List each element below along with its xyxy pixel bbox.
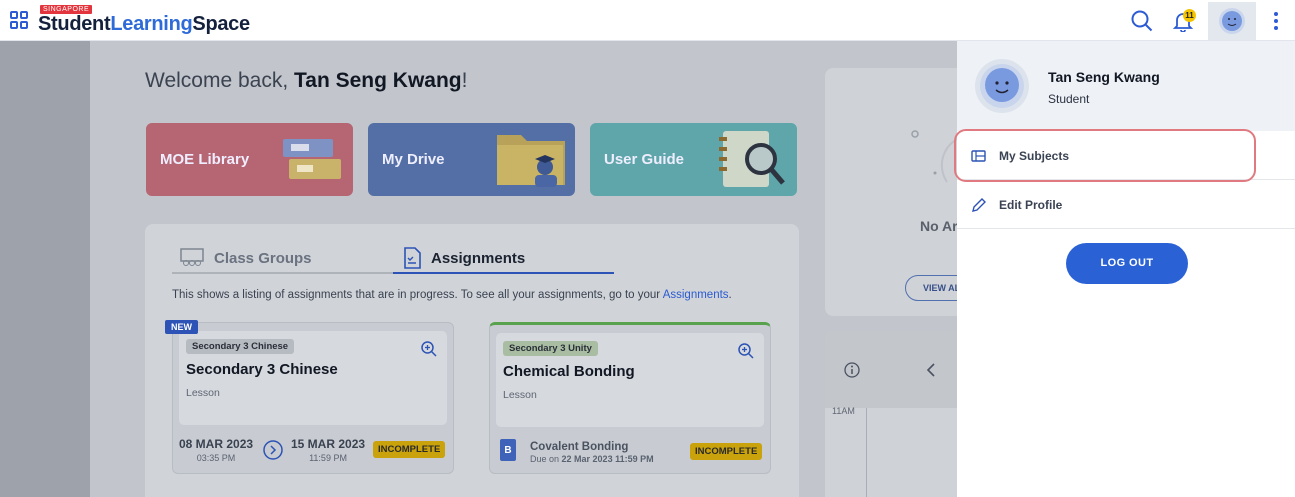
card-type: Lesson (503, 389, 537, 401)
main-area: Welcome back, Tan Seng Kwang! MOE Librar… (0, 41, 985, 497)
calendar-toolbar (825, 331, 965, 408)
tab-class-groups[interactable]: Class Groups (180, 242, 312, 274)
profile-name: Tan Seng Kwang (1048, 69, 1160, 85)
new-badge: NEW (165, 320, 198, 334)
assignment-card[interactable]: Secondary 3 Chinese Secondary 3 Chinese … (165, 320, 454, 474)
zoom-in-icon[interactable] (421, 341, 437, 357)
profile-avatar (975, 59, 1029, 113)
profile-dropdown: Tan Seng Kwang Student My Subjects Edit … (954, 41, 1295, 497)
chevron-left-icon[interactable] (926, 362, 936, 378)
assignments-link[interactable]: Assignments (663, 289, 729, 301)
more-vertical-icon[interactable] (1263, 8, 1289, 34)
end-date: 15 MAR 2023 11:59 PM (291, 437, 366, 463)
welcome-heading: Welcome back, Tan Seng Kwang! (145, 69, 468, 92)
tile-user-guide[interactable]: User Guide (590, 123, 797, 196)
top-header: SINGAPORE StudentLearningSpace 11 (0, 0, 1295, 41)
logo-text: StudentLearningSpace (38, 13, 250, 35)
tab-assignments[interactable]: Assignments (403, 242, 525, 274)
card-title: Chemical Bonding (503, 363, 635, 380)
zoom-in-icon[interactable] (738, 343, 754, 359)
guide-magnifier-icon (719, 131, 785, 187)
tile-moe-library[interactable]: MOE Library (146, 123, 353, 196)
notification-badge: 11 (1183, 9, 1196, 22)
assignment-card[interactable]: Secondary 3 Unity Chemical Bonding Lesso… (489, 322, 771, 474)
status-badge: INCOMPLETE (690, 443, 763, 460)
start-date: 08 MAR 2023 03:35 PM (179, 437, 254, 463)
arrow-right-circle-icon (263, 440, 283, 460)
assignments-description: This shows a listing of assignments that… (172, 289, 732, 301)
folder-icon (497, 135, 565, 187)
profile-header: Tan Seng Kwang Student (957, 41, 1295, 131)
binders-icon (283, 139, 341, 179)
pencil-icon (972, 197, 986, 212)
file-icon: B (500, 439, 516, 461)
selection-highlight (954, 129, 1256, 182)
card-body: Secondary 3 Chinese Secondary 3 Chinese … (179, 331, 447, 425)
tab-underline-active (393, 272, 614, 274)
tab-underline (172, 272, 393, 274)
resource-info: Covalent Bonding Due on 22 Mar 2023 11:59… (530, 441, 654, 464)
card-body: Secondary 3 Unity Chemical Bonding Lesso… (496, 333, 764, 427)
tile-my-drive[interactable]: My Drive (368, 123, 575, 196)
empty-state-text: No Ar (920, 218, 958, 234)
left-rail (0, 41, 90, 497)
avatar[interactable] (1208, 2, 1256, 40)
apps-icon[interactable] (10, 11, 28, 29)
calendar-gridline (866, 408, 867, 497)
profile-role: Student (1048, 92, 1090, 106)
announcements-card: No Ar VIEW AL (825, 68, 985, 316)
dashboard-content: Welcome back, Tan Seng Kwang! MOE Librar… (90, 41, 985, 497)
bell-icon[interactable]: 11 (1170, 8, 1196, 34)
calendar-card: 11AM (825, 331, 965, 497)
subject-pill: Secondary 3 Unity (503, 341, 598, 356)
card-title: Secondary 3 Chinese (186, 361, 338, 378)
search-icon[interactable] (1129, 8, 1155, 34)
card-type: Lesson (186, 387, 220, 399)
assignments-panel: Class Groups Assignments This shows a li… (145, 224, 799, 497)
status-badge: INCOMPLETE (373, 441, 446, 458)
info-icon[interactable] (844, 362, 860, 378)
calendar-time-label: 11AM (832, 406, 855, 416)
menu-item-edit-profile[interactable]: Edit Profile (957, 181, 1295, 229)
tile-label: My Drive (382, 151, 445, 168)
class-groups-icon (180, 248, 204, 266)
tile-label: User Guide (604, 151, 685, 168)
logout-button[interactable]: LOG OUT (1066, 243, 1188, 284)
tile-label: MOE Library (160, 151, 250, 168)
assignment-icon (404, 247, 421, 269)
subject-pill: Secondary 3 Chinese (186, 339, 295, 354)
